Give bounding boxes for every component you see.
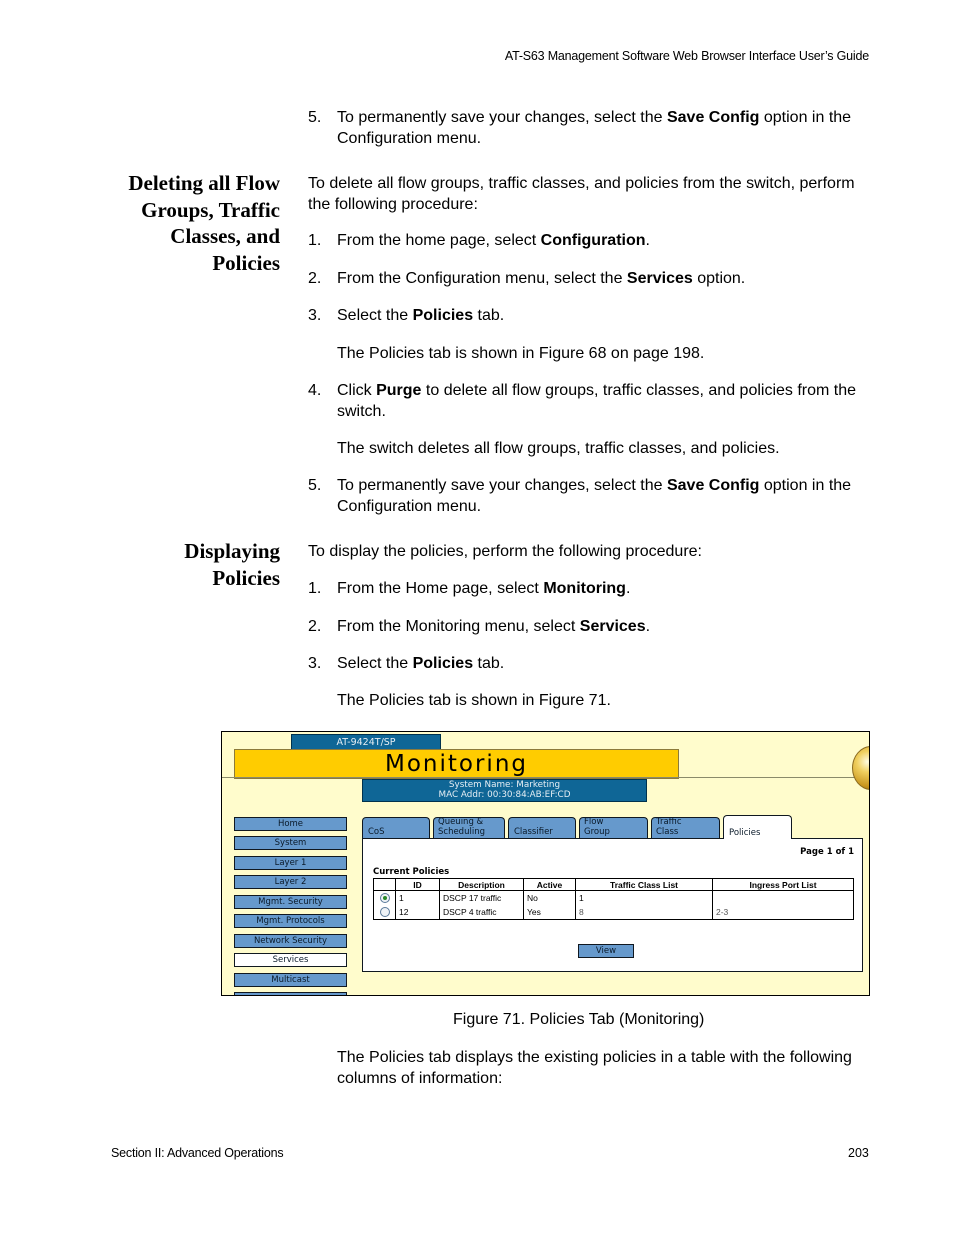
table-row[interactable]: 1 DSCP 17 traffic No 1 [373, 890, 854, 904]
step-note: The Policies tab is shown in Figure 68 o… [337, 345, 705, 362]
cell-traffic-class-list: 1 [575, 890, 713, 904]
step: 4. Click Purge to delete all flow groups… [308, 382, 857, 420]
section-heading-deleting: Deleting all Flow Groups, Traffic Classe… [128, 171, 280, 275]
column-header-id: ID [395, 878, 440, 891]
step: 2. From the Configuration menu, select t… [308, 270, 746, 287]
nav-system[interactable]: System [234, 836, 347, 850]
system-name: System Name: Marketing [448, 780, 561, 790]
nav-home[interactable]: Home [234, 817, 347, 831]
nav-more[interactable] [234, 992, 347, 995]
table-title: Current Policies [373, 867, 450, 877]
table-row[interactable]: 12 DSCP 4 traffic Yes 8 2-3 [373, 904, 854, 920]
page-number: 203 [848, 1146, 869, 1160]
intro-paragraph: To display the policies, perform the fol… [308, 543, 702, 560]
page-indicator: Page 1 of 1 [800, 847, 854, 857]
cell-id: 12 [395, 904, 440, 920]
policies-table: ID Description Active Traffic Class List… [373, 878, 854, 920]
figure-policies-screenshot: AT-9424T/SP Monitoring System Name: Mark… [221, 731, 870, 996]
step: 3. Select the Policies tab. [308, 307, 505, 324]
column-header-description: Description [439, 878, 524, 891]
header-divider [222, 777, 869, 778]
nav-services[interactable]: Services [234, 953, 347, 967]
column-header-ingress-port-list: Ingress Port List [712, 878, 854, 891]
ui-term: Save Config [666, 109, 760, 126]
nav-layer-1[interactable]: Layer 1 [234, 856, 347, 870]
row-select-radio[interactable] [379, 906, 390, 917]
step: 5. To permanently save your changes, sel… [308, 477, 852, 515]
mac-address: MAC Addr: 00:30:84:AB:EF:CD [438, 790, 571, 800]
cell-active: Yes [523, 904, 576, 920]
cell-ingress-port-list: 2-3 [712, 904, 854, 920]
step-save-config: 5. To permanently save your changes, sel… [308, 109, 852, 147]
cell-active: No [523, 890, 576, 904]
nav-network-security[interactable]: Network Security [234, 934, 347, 948]
section-heading-displaying: Displaying Policies [184, 539, 280, 590]
column-header-active: Active [523, 878, 576, 891]
intro-paragraph: To delete all flow groups, traffic class… [308, 175, 855, 213]
step: 2. From the Monitoring menu, select Serv… [308, 618, 651, 635]
step: 1. From the home page, select Configurat… [308, 232, 650, 249]
tab-cos[interactable]: CoS [362, 817, 430, 838]
figure-caption: Figure 71. Policies Tab (Monitoring) [453, 1011, 705, 1028]
step-number: 5. [308, 109, 322, 126]
cell-description: DSCP 4 traffic [439, 904, 524, 920]
row-select-radio[interactable] [379, 892, 390, 903]
tab-flow-group[interactable]: Flow Group [579, 817, 648, 838]
logo-globe-icon [852, 746, 869, 790]
nav-mgmt-security[interactable]: Mgmt. Security [234, 895, 347, 909]
policies-panel: Page 1 of 1 Current Policies ID Descript… [362, 838, 863, 972]
nav-mgmt-protocols[interactable]: Mgmt. Protocols [234, 914, 347, 928]
tab-traffic-class[interactable]: Traffic Class [651, 817, 720, 838]
tab-policies[interactable]: Policies [723, 815, 792, 839]
tab-queuing-scheduling[interactable]: Queuing & Scheduling [433, 817, 505, 838]
step: 3. Select the Policies tab. [308, 655, 505, 672]
running-header: AT-S63 Management Software Web Browser I… [504, 49, 869, 63]
step-note: The Policies tab is shown in Figure 71. [337, 692, 611, 709]
cell-ingress-port-list [712, 890, 854, 904]
table-header-row: ID Description Active Traffic Class List… [373, 878, 854, 891]
tab-classifier[interactable]: Classifier [508, 817, 576, 838]
footer-section: Section II: Advanced Operations [111, 1146, 284, 1160]
column-header-traffic-class-list: Traffic Class List [575, 878, 713, 891]
cell-description: DSCP 17 traffic [439, 890, 524, 904]
column-header-select [373, 878, 396, 891]
step: 1. From the Home page, select Monitoring… [308, 580, 631, 597]
system-info-box: System Name: Marketing MAC Addr: 00:30:8… [362, 779, 647, 802]
nav-multicast[interactable]: Multicast [234, 973, 347, 987]
cell-id: 1 [395, 890, 440, 904]
step-note: The switch deletes all flow groups, traf… [337, 440, 780, 457]
closing-paragraph: The Policies tab displays the existing p… [337, 1049, 852, 1087]
nav-layer-2[interactable]: Layer 2 [234, 875, 347, 889]
cell-traffic-class-list: 8 [575, 904, 713, 920]
monitoring-banner: Monitoring [234, 749, 679, 779]
view-button[interactable]: View [578, 944, 634, 958]
